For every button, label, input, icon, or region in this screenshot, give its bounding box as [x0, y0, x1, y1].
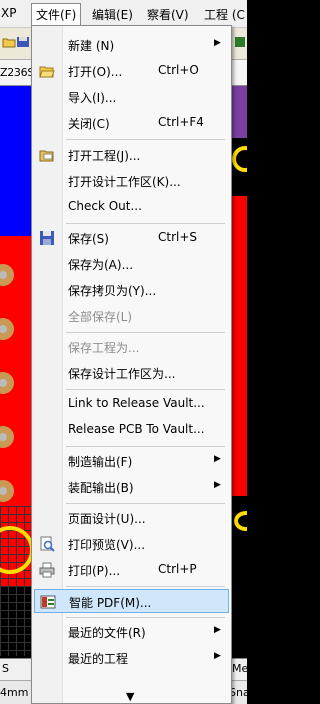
open-folder-icon	[39, 63, 55, 79]
menu-item-open-workspace[interactable]: 打开设计工作区(K)...	[34, 169, 229, 193]
menu-item-label: 最近的文件(R)	[68, 626, 146, 640]
menu-item-shortcut: Ctrl+P	[158, 562, 197, 576]
menu-item-save-copy-as[interactable]: 保存拷贝为(Y)...	[34, 278, 229, 302]
menu-item-label: 打开(O)...	[68, 65, 123, 79]
menu-item-save-as[interactable]: 保存为(A)...	[34, 252, 229, 276]
menubar-item-view[interactable]: 察看(V)	[147, 6, 189, 23]
menu-item-open[interactable]: 打开(O)... Ctrl+O	[34, 59, 229, 83]
menu-item-new[interactable]: 新建 (N) ▶	[34, 33, 229, 57]
menu-item-label: 保存为(A)...	[68, 258, 134, 272]
menubar-item-edit[interactable]: 编辑(E)	[92, 6, 133, 23]
print-preview-icon	[39, 536, 55, 552]
menu-separator	[66, 586, 225, 587]
menu-item-label: Link to Release Vault...	[68, 396, 205, 410]
menu-item-print-preview[interactable]: 打印预览(V)...	[34, 532, 229, 556]
menu-item-label: 打印预览(V)...	[68, 538, 146, 552]
menu-item-recent-files[interactable]: 最近的文件(R) ▶	[34, 620, 229, 644]
menu-item-save[interactable]: 保存(S) Ctrl+S	[34, 226, 229, 250]
menu-item-label: 打开工程(J)...	[68, 149, 141, 163]
menubar-item-file[interactable]: 文件(F)	[31, 3, 82, 25]
save-disk-icon[interactable]	[16, 36, 30, 48]
menu-item-close[interactable]: 关闭(C) Ctrl+F4	[34, 111, 229, 135]
menu-item-fabrication-outputs[interactable]: 制造输出(F) ▶	[34, 449, 229, 473]
menu-item-label: 装配输出(B)	[68, 481, 134, 495]
menu-item-label: 关闭(C)	[68, 117, 110, 131]
menu-item-open-project[interactable]: 打开工程(J)...	[34, 143, 229, 167]
menu-item-print[interactable]: 打印(P)... Ctrl+P	[34, 558, 229, 582]
status-snap: Snap	[229, 686, 257, 699]
menu-item-label: 制造输出(F)	[68, 455, 133, 469]
pcb-silkscreen-arc	[232, 146, 247, 172]
menu-item-label: 智能 PDF(M)...	[69, 596, 152, 610]
document-tab-label: Z236S	[0, 66, 35, 79]
menu-item-check-out[interactable]: Check Out...	[34, 195, 229, 219]
menu-separator	[66, 389, 225, 390]
menu-item-label: 保存设计工作区为...	[68, 367, 176, 381]
menu-item-label: 保存工程为...	[68, 341, 140, 355]
layer-tab[interactable]: S	[2, 662, 9, 675]
menu-item-link-release-vault[interactable]: Link to Release Vault...	[34, 392, 229, 416]
menu-item-shortcut: Ctrl+O	[158, 63, 199, 77]
menu-separator	[66, 617, 225, 618]
menu-item-save-project-as: 保存工程为...	[34, 335, 229, 359]
submenu-arrow-icon: ▶	[214, 625, 221, 635]
toolbar-icon[interactable]	[234, 36, 248, 48]
menu-separator	[66, 446, 225, 447]
menu-separator	[66, 332, 225, 333]
file-menu-dropdown: 新建 (N) ▶ 打开(O)... Ctrl+O 导入(I)... 关闭(C) …	[31, 25, 232, 704]
pcb-silkscreen-arc	[234, 511, 247, 531]
menu-separator	[66, 503, 225, 504]
menu-separator	[66, 139, 225, 140]
menu-separator	[66, 223, 225, 224]
menu-item-label: 最近的工程	[68, 652, 129, 666]
menu-item-label: 新建 (N)	[68, 39, 115, 53]
menu-item-label: 打开设计工作区(K)...	[68, 175, 181, 189]
save-disk-icon	[39, 230, 55, 246]
menu-item-recent-projects[interactable]: 最近的工程 ▶	[34, 646, 229, 670]
submenu-arrow-icon: ▶	[214, 480, 221, 490]
menu-item-label: 保存(S)	[68, 232, 109, 246]
submenu-arrow-icon: ▶	[214, 38, 221, 48]
menu-item-page-setup[interactable]: 页面设计(U)...	[34, 506, 229, 530]
menu-item-label: 打印(P)...	[68, 564, 121, 578]
smart-pdf-icon	[40, 594, 56, 610]
submenu-arrow-icon: ▶	[214, 454, 221, 464]
menu-bar: XP 文件(F) 编辑(E) 察看(V) 工程 (C	[0, 0, 247, 28]
menu-item-save-workspace-as[interactable]: 保存设计工作区为...	[34, 361, 229, 385]
menubar-item-xp[interactable]: XP	[1, 6, 16, 20]
menu-item-label: 保存拷贝为(Y)...	[68, 284, 157, 298]
layer-tab[interactable]: Mechar	[232, 662, 247, 675]
menu-item-label: 页面设计(U)...	[68, 512, 146, 526]
open-folder-icon[interactable]	[2, 36, 16, 48]
submenu-arrow-icon: ▶	[214, 651, 221, 661]
printer-icon	[39, 562, 55, 578]
menu-item-assembly-outputs[interactable]: 装配输出(B) ▶	[34, 475, 229, 499]
menu-item-label: 全部保存(L)	[68, 310, 133, 324]
menu-item-label: Check Out...	[68, 199, 142, 213]
menu-scroll-down-icon[interactable]: ▼	[126, 690, 134, 703]
menu-item-release-pcb-vault[interactable]: Release PCB To Vault...	[34, 418, 229, 442]
menu-item-label: 导入(I)...	[68, 91, 117, 105]
menubar-item-project[interactable]: 工程 (C	[204, 6, 245, 23]
menu-item-import[interactable]: 导入(I)...	[34, 85, 229, 109]
open-project-icon	[39, 147, 55, 163]
menu-item-smart-pdf[interactable]: 智能 PDF(M)...	[34, 589, 229, 613]
menu-item-shortcut: Ctrl+F4	[158, 115, 204, 129]
menu-item-label: Release PCB To Vault...	[68, 422, 205, 436]
menu-item-save-all: 全部保存(L)	[34, 304, 229, 328]
menu-item-shortcut: Ctrl+S	[158, 230, 198, 244]
